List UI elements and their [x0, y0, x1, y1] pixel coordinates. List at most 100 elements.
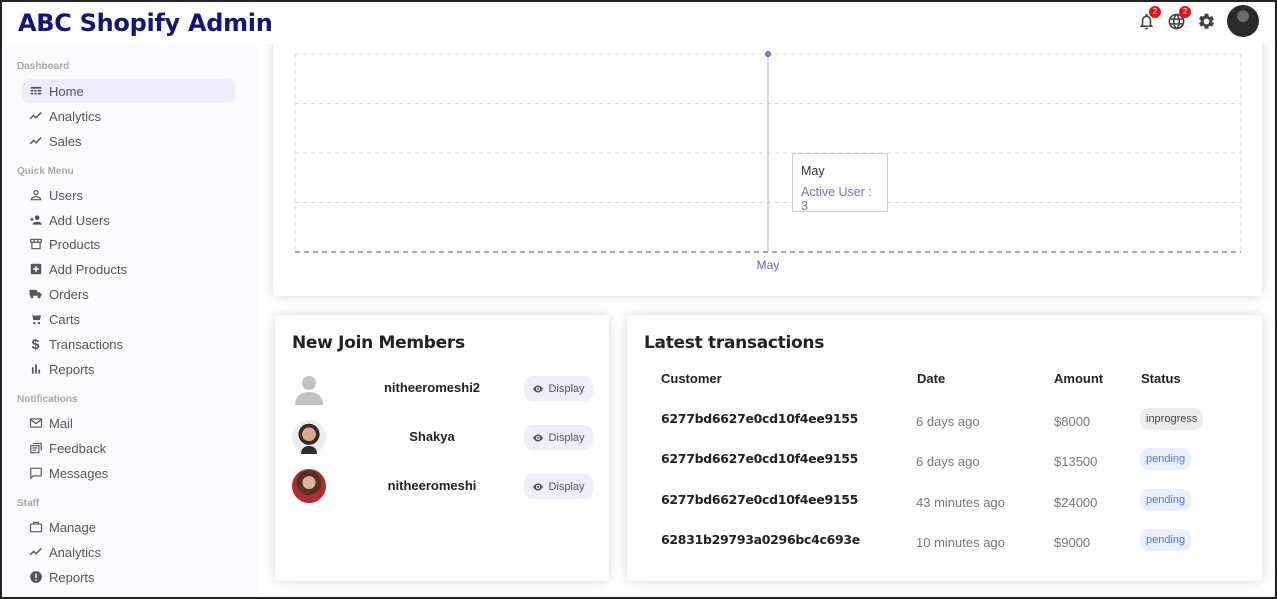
card-title: New Join Members: [292, 333, 465, 353]
trending-icon: [28, 109, 43, 124]
sidebar-item-home[interactable]: Home: [22, 79, 235, 103]
sidebar-item-label: Users: [49, 187, 83, 203]
table-row[interactable]: 62831b29793a0296bc4c693e 10 minutes ago …: [627, 527, 1262, 557]
sidebar-item-label: Sales: [49, 133, 82, 149]
avatar: [292, 371, 326, 405]
cart-icon: [28, 312, 43, 327]
sidebar-item-label: Analytics: [49, 108, 102, 124]
sidebar-item-orders[interactable]: Orders: [22, 282, 235, 306]
table-row[interactable]: 6277bd6627e0cd10f4ee9155 6 days ago $800…: [627, 406, 1262, 436]
sidebar-item-manage[interactable]: Manage: [22, 515, 235, 539]
chart-data-point[interactable]: [765, 51, 771, 57]
tooltip-value: Active User : 3: [801, 185, 872, 213]
gear-icon[interactable]: [1195, 10, 1217, 32]
store-icon: [28, 237, 43, 252]
sidebar-item-messages[interactable]: Messages: [22, 461, 235, 485]
bar-chart-icon: [28, 362, 43, 377]
sidebar-item-label: Products: [49, 236, 101, 252]
customer-id: 62831b29793a0296bc4c693e: [661, 532, 860, 547]
app-logo[interactable]: ABC Shopify Admin: [18, 9, 273, 37]
latest-transactions-card: Latest transactions Customer Date Amount…: [627, 315, 1262, 581]
sidebar-item-label: Manage: [49, 519, 96, 535]
sidebar-item-staff-analytics[interactable]: Analytics: [22, 540, 235, 564]
sidebar-item-users[interactable]: Users: [22, 183, 235, 207]
language-badge: 2: [1179, 6, 1191, 18]
sidebar-item-staff-reports[interactable]: Reports: [22, 565, 235, 589]
sidebar-item-label: Carts: [49, 311, 81, 327]
active-users-chart-card: May May Active User : 3: [273, 34, 1262, 296]
active-users-chart[interactable]: May: [273, 34, 1262, 296]
sidebar-item-label: Transactions: [49, 336, 123, 352]
member-name: nitheeromeshi2: [383, 380, 481, 395]
status-badge: pending: [1140, 529, 1192, 551]
sidebar-item-feedback[interactable]: Feedback: [22, 436, 235, 460]
transaction-date: 6 days ago: [916, 454, 980, 469]
transaction-date: 6 days ago: [916, 414, 980, 429]
sidebar-item-sales[interactable]: Sales: [22, 129, 235, 153]
transaction-date: 43 minutes ago: [916, 495, 1005, 510]
sidebar-section-title: Notifications: [17, 394, 78, 405]
sidebar-item-label: Add Users: [49, 212, 110, 228]
sidebar-item-label: Reports: [49, 569, 95, 585]
sidebar: Dashboard Home Analytics Sales Quick Men…: [2, 44, 258, 597]
sidebar-item-add-products[interactable]: Add Products: [22, 257, 235, 281]
column-header: Status: [1141, 371, 1181, 386]
list-item: Shakya Display: [292, 420, 593, 456]
sidebar-section-title: Staff: [17, 498, 40, 509]
display-button[interactable]: Display: [524, 474, 593, 499]
table-row[interactable]: 6277bd6627e0cd10f4ee9155 43 minutes ago …: [627, 487, 1262, 517]
status-badge: pending: [1140, 489, 1192, 511]
person-icon: [28, 188, 43, 203]
chart-tooltip: May Active User : 3: [792, 153, 888, 213]
transaction-amount: $13500: [1054, 454, 1098, 469]
main-content: May May Active User : 3 New Join Members…: [258, 34, 1275, 597]
eye-icon: [533, 483, 544, 490]
card-title: Latest transactions: [644, 333, 825, 353]
customer-id: 6277bd6627e0cd10f4ee9155: [661, 451, 859, 466]
eye-icon: [533, 385, 544, 392]
dashboard-icon: [28, 84, 43, 99]
display-button[interactable]: Display: [524, 376, 593, 401]
tooltip-label: May: [801, 164, 825, 178]
transaction-date: 10 minutes ago: [916, 535, 1005, 550]
sidebar-item-transactions[interactable]: $ Transactions: [22, 332, 235, 356]
message-icon: [28, 466, 43, 481]
topbar-actions: 2 2: [1135, 5, 1259, 37]
customer-id: 6277bd6627e0cd10f4ee9155: [661, 492, 859, 507]
column-header: Customer: [661, 371, 722, 386]
new-members-card: New Join Members nitheeromeshi2 Display …: [275, 315, 609, 581]
sidebar-item-reports[interactable]: Reports: [22, 357, 235, 381]
sidebar-item-add-users[interactable]: Add Users: [22, 208, 235, 232]
globe-icon[interactable]: 2: [1165, 6, 1191, 32]
sidebar-item-label: Reports: [49, 361, 95, 377]
avatar: [292, 420, 326, 454]
column-header: Amount: [1054, 371, 1104, 386]
avatar[interactable]: [1227, 5, 1259, 37]
display-button[interactable]: Display: [524, 425, 593, 450]
sidebar-item-label: Add Products: [49, 261, 128, 277]
display-button-label: Display: [548, 382, 585, 395]
mail-icon: [28, 416, 43, 431]
sidebar-item-label: Orders: [49, 286, 89, 302]
sidebar-item-label: Mail: [49, 415, 73, 431]
list-item: nitheeromeshi Display: [292, 469, 593, 505]
sidebar-section-title: Dashboard: [17, 61, 70, 72]
plus-box-icon: [28, 262, 43, 277]
transaction-amount: $24000: [1054, 495, 1098, 510]
bell-icon[interactable]: 2: [1135, 6, 1161, 32]
sidebar-item-mail[interactable]: Mail: [22, 411, 235, 435]
chart-x-tick-label: May: [757, 258, 780, 272]
briefcase-icon: [28, 520, 43, 535]
member-name: nitheeromeshi: [387, 478, 477, 493]
sidebar-item-label: Feedback: [49, 440, 107, 456]
sidebar-item-analytics[interactable]: Analytics: [22, 104, 235, 128]
truck-icon: [28, 287, 43, 302]
app-window: ABC Shopify Admin 2 2 Dashboard Home Ana…: [0, 0, 1277, 599]
customer-id: 6277bd6627e0cd10f4ee9155: [661, 411, 859, 426]
sidebar-item-carts[interactable]: Carts: [22, 307, 235, 331]
feedback-icon: [28, 441, 43, 456]
sidebar-item-label: Home: [49, 83, 84, 99]
table-row[interactable]: 6277bd6627e0cd10f4ee9155 6 days ago $135…: [627, 446, 1262, 476]
sidebar-item-products[interactable]: Products: [22, 232, 235, 256]
eye-icon: [533, 434, 544, 441]
